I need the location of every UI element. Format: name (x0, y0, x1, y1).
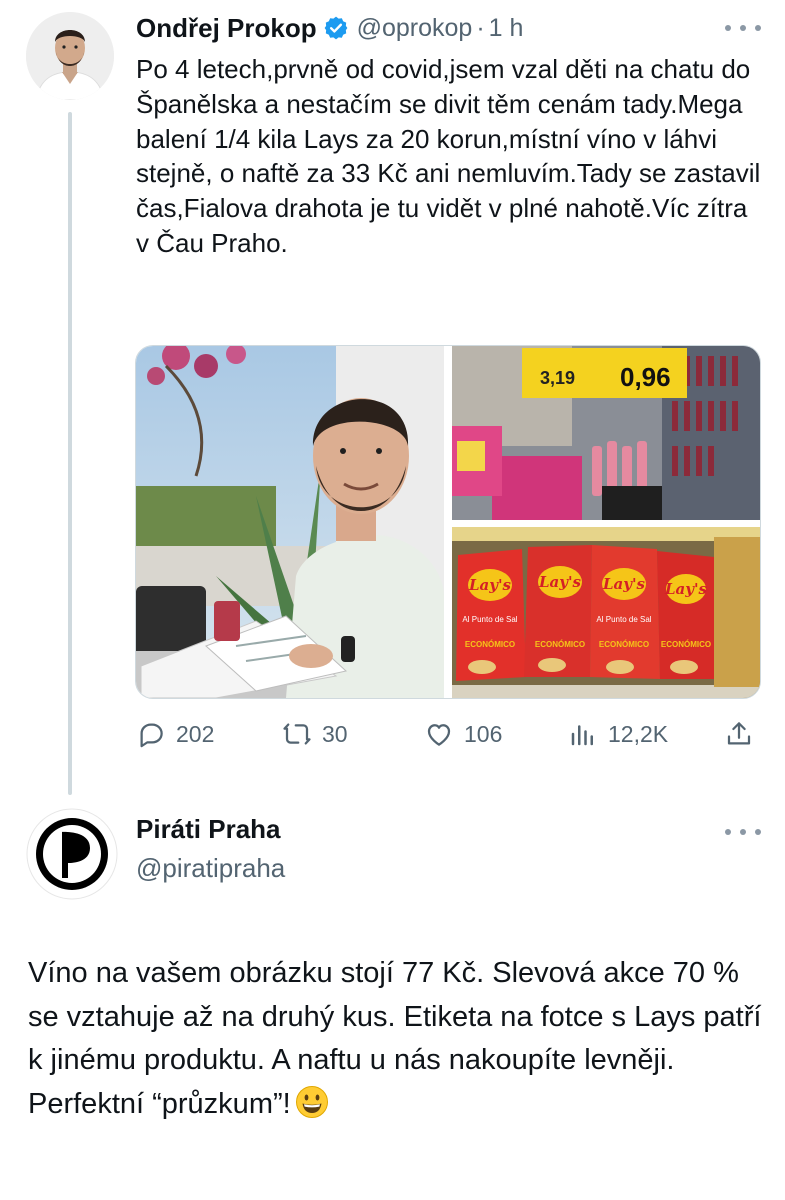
reply-icon (140, 723, 163, 748)
lays-flavor-2: Al Punto de Sal (596, 615, 651, 624)
author-handle-pirati[interactable]: @piratipraha (136, 853, 285, 884)
lays-tag-1: ECONÓMICO (465, 640, 515, 649)
lays-tag-4: ECONÓMICO (661, 640, 711, 649)
price-tag-right: 0,96 (620, 362, 671, 392)
media-photo-wine-shelf[interactable]: 3,19 0,96 (452, 346, 760, 520)
reply-button[interactable]: 202 (136, 712, 214, 756)
reply-tweet-text: Víno na vašem obrázku stojí 77 Kč. Slevo… (28, 952, 763, 1126)
share-button[interactable] (724, 712, 764, 756)
retweet-count: 30 (322, 720, 348, 747)
like-button[interactable]: 106 (424, 712, 502, 756)
lays-flavor-1: Al Punto de Sal (462, 615, 517, 624)
reply-count: 202 (176, 720, 215, 747)
like-count: 106 (464, 720, 503, 747)
tweet-action-bar: 202 30 106 12,2K (136, 712, 758, 756)
lays-logo-1: Lay's (468, 576, 512, 594)
retweet-icon (283, 723, 311, 745)
price-tag-left: 3,19 (540, 368, 575, 388)
tweet-media-grid: 3,19 0,96 Lay's Lay's Lay's Lay's Al Pun… (135, 345, 761, 699)
heart-icon (427, 724, 451, 746)
analytics-icon (571, 725, 593, 746)
author-avatar[interactable] (26, 12, 114, 100)
tweet-timestamp[interactable]: 1 h (489, 14, 524, 43)
more-icon[interactable] (723, 18, 763, 38)
media-photo-man[interactable] (136, 346, 444, 698)
lays-logo-2: Lay's (538, 573, 582, 591)
lays-tag-2: ECONÓMICO (535, 640, 585, 649)
lays-tag-3: ECONÓMICO (599, 640, 649, 649)
author-handle[interactable]: @oprokop (357, 14, 473, 43)
separator-dot: · (476, 13, 485, 42)
verified-badge-icon (323, 15, 349, 41)
lays-logo-3: Lay's (602, 575, 646, 593)
author-name[interactable]: Ondřej Prokop (136, 13, 317, 44)
more-icon[interactable] (723, 822, 763, 842)
retweet-button[interactable]: 30 (282, 712, 348, 756)
author-name-pirati[interactable]: Piráti Praha (136, 814, 281, 845)
tweet-text: Po 4 letech,prvně od covid,jsem vzal dět… (136, 54, 761, 258)
share-icon (727, 722, 751, 745)
tweet-header: Ondřej Prokop @oprokop · 1 h (136, 8, 523, 48)
views-count: 12,2K (608, 720, 669, 747)
grinning-face-emoji (295, 1085, 329, 1119)
reply-text: Víno na vašem obrázku stojí 77 Kč. Slevo… (28, 957, 762, 1120)
views-button[interactable]: 12,2K (568, 712, 668, 756)
media-photo-lays[interactable]: Lay's Lay's Lay's Lay's Al Punto de Sal … (452, 527, 760, 698)
pirati-avatar[interactable] (26, 808, 118, 900)
lays-logo-4: Lay's (664, 580, 708, 598)
tweet-thread: Ondřej Prokop @oprokop · 1 h Po 4 letech… (0, 0, 785, 1200)
thread-line (68, 112, 72, 795)
